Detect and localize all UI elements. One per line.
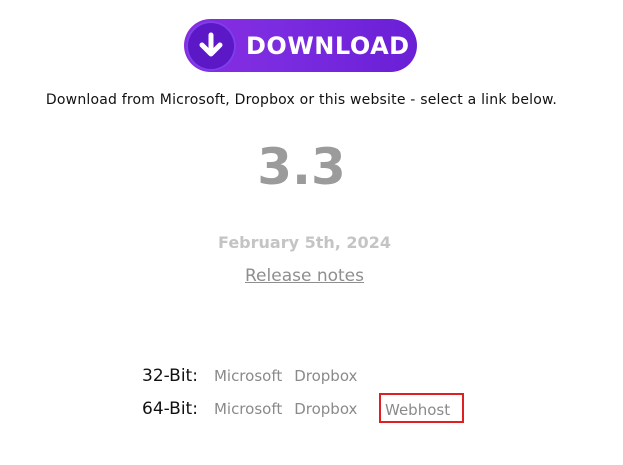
- link-32-microsoft[interactable]: Microsoft: [214, 367, 282, 385]
- bit-label-64: 64-Bit:: [142, 399, 198, 419]
- arrow-down-icon: [199, 32, 223, 56]
- download-button[interactable]: DOWNLOAD: [184, 19, 417, 72]
- link-64-microsoft[interactable]: Microsoft: [214, 400, 282, 418]
- release-notes-link[interactable]: Release notes: [0, 266, 609, 286]
- download-icon-circle: [186, 20, 236, 71]
- download-row-32bit: 32-Bit: Microsoft Dropbox: [142, 366, 369, 386]
- link-32-dropbox[interactable]: Dropbox: [294, 367, 357, 385]
- version-number: 3.3: [257, 138, 346, 196]
- release-date: February 5th, 2024: [218, 233, 391, 252]
- download-instructions: Download from Microsoft, Dropbox or this…: [45, 92, 558, 108]
- download-page: DOWNLOAD Download from Microsoft, Dropbo…: [0, 0, 623, 465]
- bit-label-32: 32-Bit:: [142, 366, 198, 386]
- download-button-label: DOWNLOAD: [246, 31, 410, 60]
- link-64-dropbox[interactable]: Dropbox: [294, 400, 357, 418]
- download-row-64bit: 64-Bit: Microsoft Dropbox: [142, 399, 369, 419]
- link-64-webhost[interactable]: Webhost: [385, 401, 450, 419]
